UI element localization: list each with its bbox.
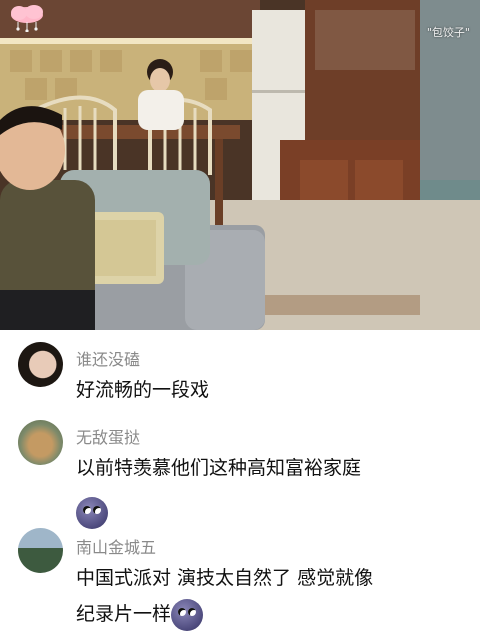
comment-line: 以前特羡慕他们这种高知富裕家庭: [76, 457, 362, 479]
scene-image: [0, 0, 480, 330]
comment-text: 中国式派对 演技太自然了 感觉就像 纪录片一样: [76, 562, 466, 631]
comment-text: 好流畅的一段戏: [76, 374, 466, 406]
comment-line: 中国式派对 演技太自然了 感觉就像: [76, 567, 374, 589]
comment-list: 谁还没磕 好流畅的一段戏 无敌蛋挞 以前特羡慕他们这种高知富裕家庭 南山金城五 …: [0, 330, 480, 640]
cloud-logo-icon: [11, 5, 43, 32]
comment-text: 以前特羡慕他们这种高知富裕家庭: [76, 452, 466, 529]
comment-line: 好流畅的一段戏: [76, 379, 210, 401]
video-frame: "包饺子": [0, 0, 480, 330]
comment-username[interactable]: 南山金城五: [76, 534, 156, 558]
watermark-text: "包饺子": [426, 26, 470, 39]
comment-username[interactable]: 谁还没磕: [76, 346, 140, 370]
avatar[interactable]: [18, 342, 63, 387]
purple-face-emoji-icon: [171, 598, 204, 631]
comment-username[interactable]: 无敌蛋挞: [76, 424, 140, 448]
avatar[interactable]: [18, 528, 63, 573]
comment-line: 纪录片一样: [76, 603, 172, 625]
avatar[interactable]: [18, 420, 63, 465]
purple-face-emoji-icon: [76, 496, 108, 529]
